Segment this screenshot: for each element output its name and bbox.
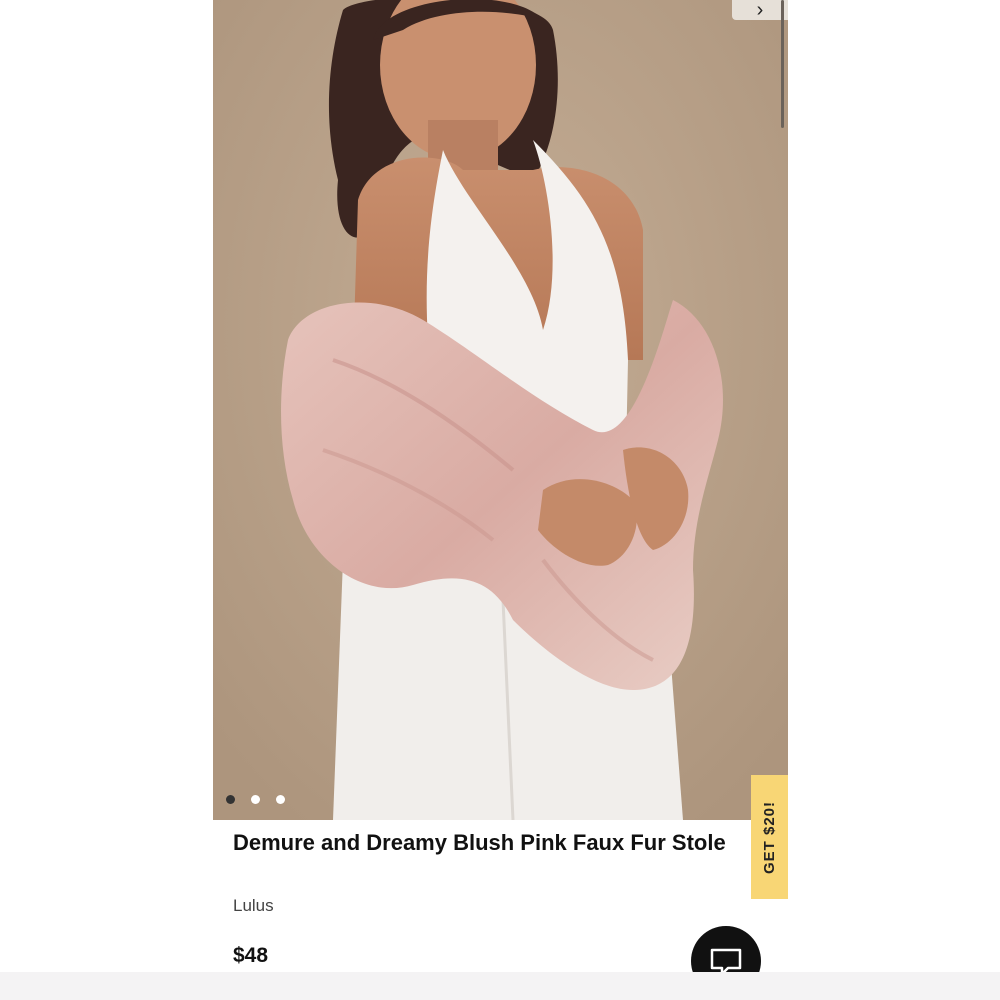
- product-image[interactable]: [213, 0, 788, 820]
- carousel-dot-3[interactable]: [276, 795, 285, 804]
- image-carousel-dots: [226, 795, 285, 804]
- product-page: › GET $20! Demure and Dreamy Blush Pink …: [0, 0, 1000, 1000]
- product-price: $48: [233, 944, 269, 967]
- chevron-right-icon: ›: [756, 0, 764, 21]
- carousel-dot-2[interactable]: [251, 795, 260, 804]
- scrollbar[interactable]: [781, 0, 784, 128]
- carousel-dot-1[interactable]: [226, 795, 235, 804]
- next-image-button[interactable]: ›: [732, 0, 788, 20]
- bottom-bar: [0, 972, 1000, 1000]
- product-title: Demure and Dreamy Blush Pink Faux Fur St…: [233, 830, 726, 855]
- brand-link[interactable]: Lulus: [233, 896, 274, 916]
- promo-tab[interactable]: GET $20!: [751, 775, 788, 899]
- promo-label: GET $20!: [761, 800, 778, 874]
